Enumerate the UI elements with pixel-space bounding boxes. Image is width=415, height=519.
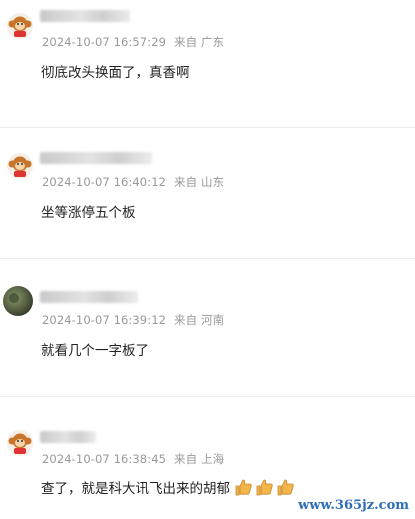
username-blurred[interactable] — [40, 291, 138, 303]
comment-meta: 2024-10-07 16:40:12 来自 山东 — [42, 174, 224, 190]
comment-from: 来自 — [174, 313, 198, 327]
monkey-avatar-icon[interactable] — [6, 152, 34, 180]
comment-text: 彻底改头换面了，真香啊 — [41, 65, 190, 81]
comment-location: 山东 — [201, 175, 225, 189]
comment-text-content: 查了，就是科大讯飞出来的胡郁 — [41, 481, 230, 497]
thumbs-up-icon — [234, 478, 296, 500]
monkey-avatar-icon[interactable] — [6, 429, 34, 457]
comment-text: 就看几个一字板了 — [41, 343, 149, 359]
username-blurred[interactable] — [40, 152, 152, 164]
username-blurred[interactable] — [40, 431, 96, 443]
comment-text: 坐等涨停五个板 — [41, 205, 136, 221]
comment-meta: 2024-10-07 16:38:45 来自 上海 — [42, 451, 224, 467]
monkey-avatar-icon[interactable] — [6, 12, 34, 40]
comment-location: 河南 — [201, 313, 225, 327]
comment-location: 广东 — [201, 35, 225, 49]
comment-item: 2024-10-07 16:39:12 来自 河南 就看几个一字板了 — [0, 259, 415, 396]
comment-location: 上海 — [201, 452, 225, 466]
comment-from: 来自 — [174, 452, 198, 466]
username-blurred[interactable] — [40, 10, 130, 22]
comment-time: 2024-10-07 16:57:29 — [42, 35, 167, 49]
comment-text: 查了，就是科大讯飞出来的胡郁 — [41, 477, 296, 500]
comment-time: 2024-10-07 16:39:12 — [42, 313, 167, 327]
comment-item: 2024-10-07 16:57:29 来自 广东 彻底改头换面了，真香啊 — [0, 0, 415, 128]
comment-item: 2024-10-07 16:40:12 来自 山东 坐等涨停五个板 — [0, 128, 415, 258]
comment-meta: 2024-10-07 16:39:12 来自 河南 — [42, 312, 224, 328]
comment-time: 2024-10-07 16:40:12 — [42, 175, 167, 189]
photo-avatar-icon[interactable] — [2, 285, 34, 317]
watermark: www.365jz.com — [298, 498, 409, 513]
comment-from: 来自 — [174, 35, 198, 49]
comment-from: 来自 — [174, 175, 198, 189]
comment-meta: 2024-10-07 16:57:29 来自 广东 — [42, 34, 224, 50]
comment-time: 2024-10-07 16:38:45 — [42, 452, 167, 466]
